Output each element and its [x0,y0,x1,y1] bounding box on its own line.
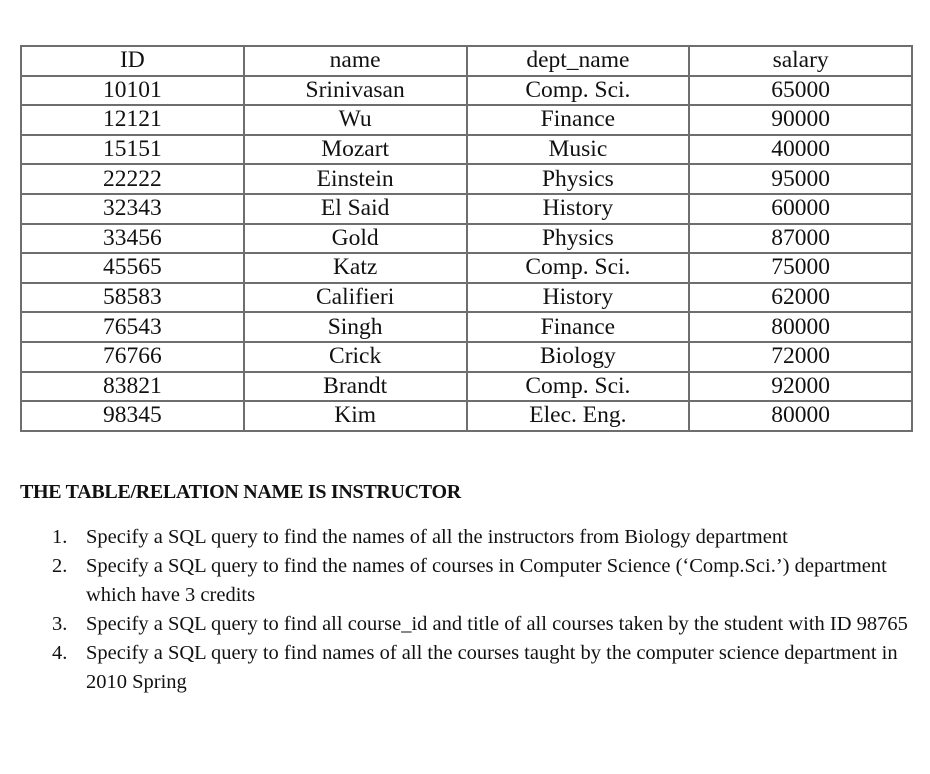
cell-salary: 40000 [688,133,913,166]
table-row: 22222 Einstein Physics 95000 [20,163,913,195]
cell-salary: 80000 [688,311,913,343]
cell-id: 83821 [20,370,245,403]
cell-id: 76766 [20,340,245,373]
table-row: 76543 Singh Finance 80000 [20,311,913,343]
cell-name: Singh [242,311,468,343]
cell-salary: 87000 [688,222,913,255]
cell-dept-name: History [465,281,691,314]
relation-name-heading: THE TABLE/RELATION NAME IS INSTRUCTOR [20,481,461,503]
cell-id: 76543 [20,311,245,343]
cell-name: Brandt [242,370,468,403]
cell-salary: 90000 [688,104,913,136]
cell-salary: 80000 [688,400,913,432]
question-text: Specify a SQL query to find names of all… [86,642,898,693]
table-body: ID name dept_name salary 10101 Srinivasan… [20,45,913,432]
cell-dept-name: Physics [465,163,691,195]
cell-name: Mozart [242,133,468,166]
cell-dept-name: History [465,192,691,225]
cell-name: Crick [242,340,468,373]
cell-dept-name: Comp. Sci. [465,252,691,284]
cell-id: 32343 [20,192,245,225]
instructor-table: ID name dept_name salary 10101 Srinivasan… [20,45,913,432]
cell-name: El Said [242,192,468,225]
question-number: 4. [52,642,68,664]
cell-id: 33456 [20,222,245,255]
cell-dept-name: Comp. Sci. [465,370,691,403]
cell-dept-name: Finance [465,311,691,343]
cell-name: Califieri [242,281,468,314]
cell-name: Srinivasan [242,74,468,107]
table-row: 83821 Brandt Comp. Sci. 92000 [20,370,913,403]
cell-id: 22222 [20,163,245,195]
table-row: 32343 El Said History 60000 [20,192,913,225]
cell-salary: 72000 [688,340,913,373]
cell-name: Gold [242,222,468,255]
table-row: 76766 Crick Biology 72000 [20,340,913,373]
cell-dept-name: Physics [465,222,691,255]
cell-dept-name: Music [465,133,691,166]
question-number: 2. [52,555,68,577]
cell-dept-name: Biology [465,340,691,373]
cell-name: Katz [242,252,468,284]
question-item: 4. Specify a SQL query to find names of a… [52,639,912,697]
question-text: Specify a SQL query to find the names of… [86,555,887,606]
table-row: 98345 Kim Elec. Eng. 80000 [20,400,913,432]
cell-id: 10101 [20,74,245,107]
table-row: 33456 Gold Physics 87000 [20,222,913,255]
header-salary: salary [688,45,913,77]
cell-id: 58583 [20,281,245,314]
table-row: 45565 Katz Comp. Sci. 75000 [20,252,913,284]
question-number: 3. [52,613,68,635]
cell-name: Kim [242,400,468,432]
cell-id: 45565 [20,252,245,284]
question-text: Specify a SQL query to find the names of… [86,526,788,548]
cell-dept-name: Comp. Sci. [465,74,691,107]
cell-salary: 92000 [688,370,913,403]
header-dept-name: dept_name [465,45,691,77]
cell-salary: 95000 [688,163,913,195]
question-number: 1. [52,526,68,548]
cell-id: 98345 [20,400,245,432]
cell-dept-name: Elec. Eng. [465,400,691,432]
cell-name: Wu [242,104,468,136]
cell-salary: 60000 [688,192,913,225]
cell-salary: 75000 [688,252,913,284]
cell-salary: 65000 [688,74,913,107]
table-row: 12121 Wu Finance 90000 [20,104,913,136]
cell-id: 12121 [20,104,245,136]
cell-dept-name: Finance [465,104,691,136]
cell-id: 15151 [20,133,245,166]
question-text: Specify a SQL query to find all course_i… [86,613,908,635]
question-item: 1. Specify a SQL query to find the names … [52,523,912,552]
table-row: 58583 Califieri History 62000 [20,281,913,314]
question-item: 2. Specify a SQL query to find the names … [52,552,912,610]
header-id: ID [20,45,245,77]
table-row: 10101 Srinivasan Comp. Sci. 65000 [20,74,913,107]
table-header-row: ID name dept_name salary [20,45,913,77]
question-item: 3. Specify a SQL query to find all course… [52,610,912,639]
header-name: name [242,45,468,77]
cell-name: Einstein [242,163,468,195]
question-list: 1. Specify a SQL query to find the names … [52,523,912,697]
cell-salary: 62000 [688,281,913,314]
table-row: 15151 Mozart Music 40000 [20,133,913,166]
